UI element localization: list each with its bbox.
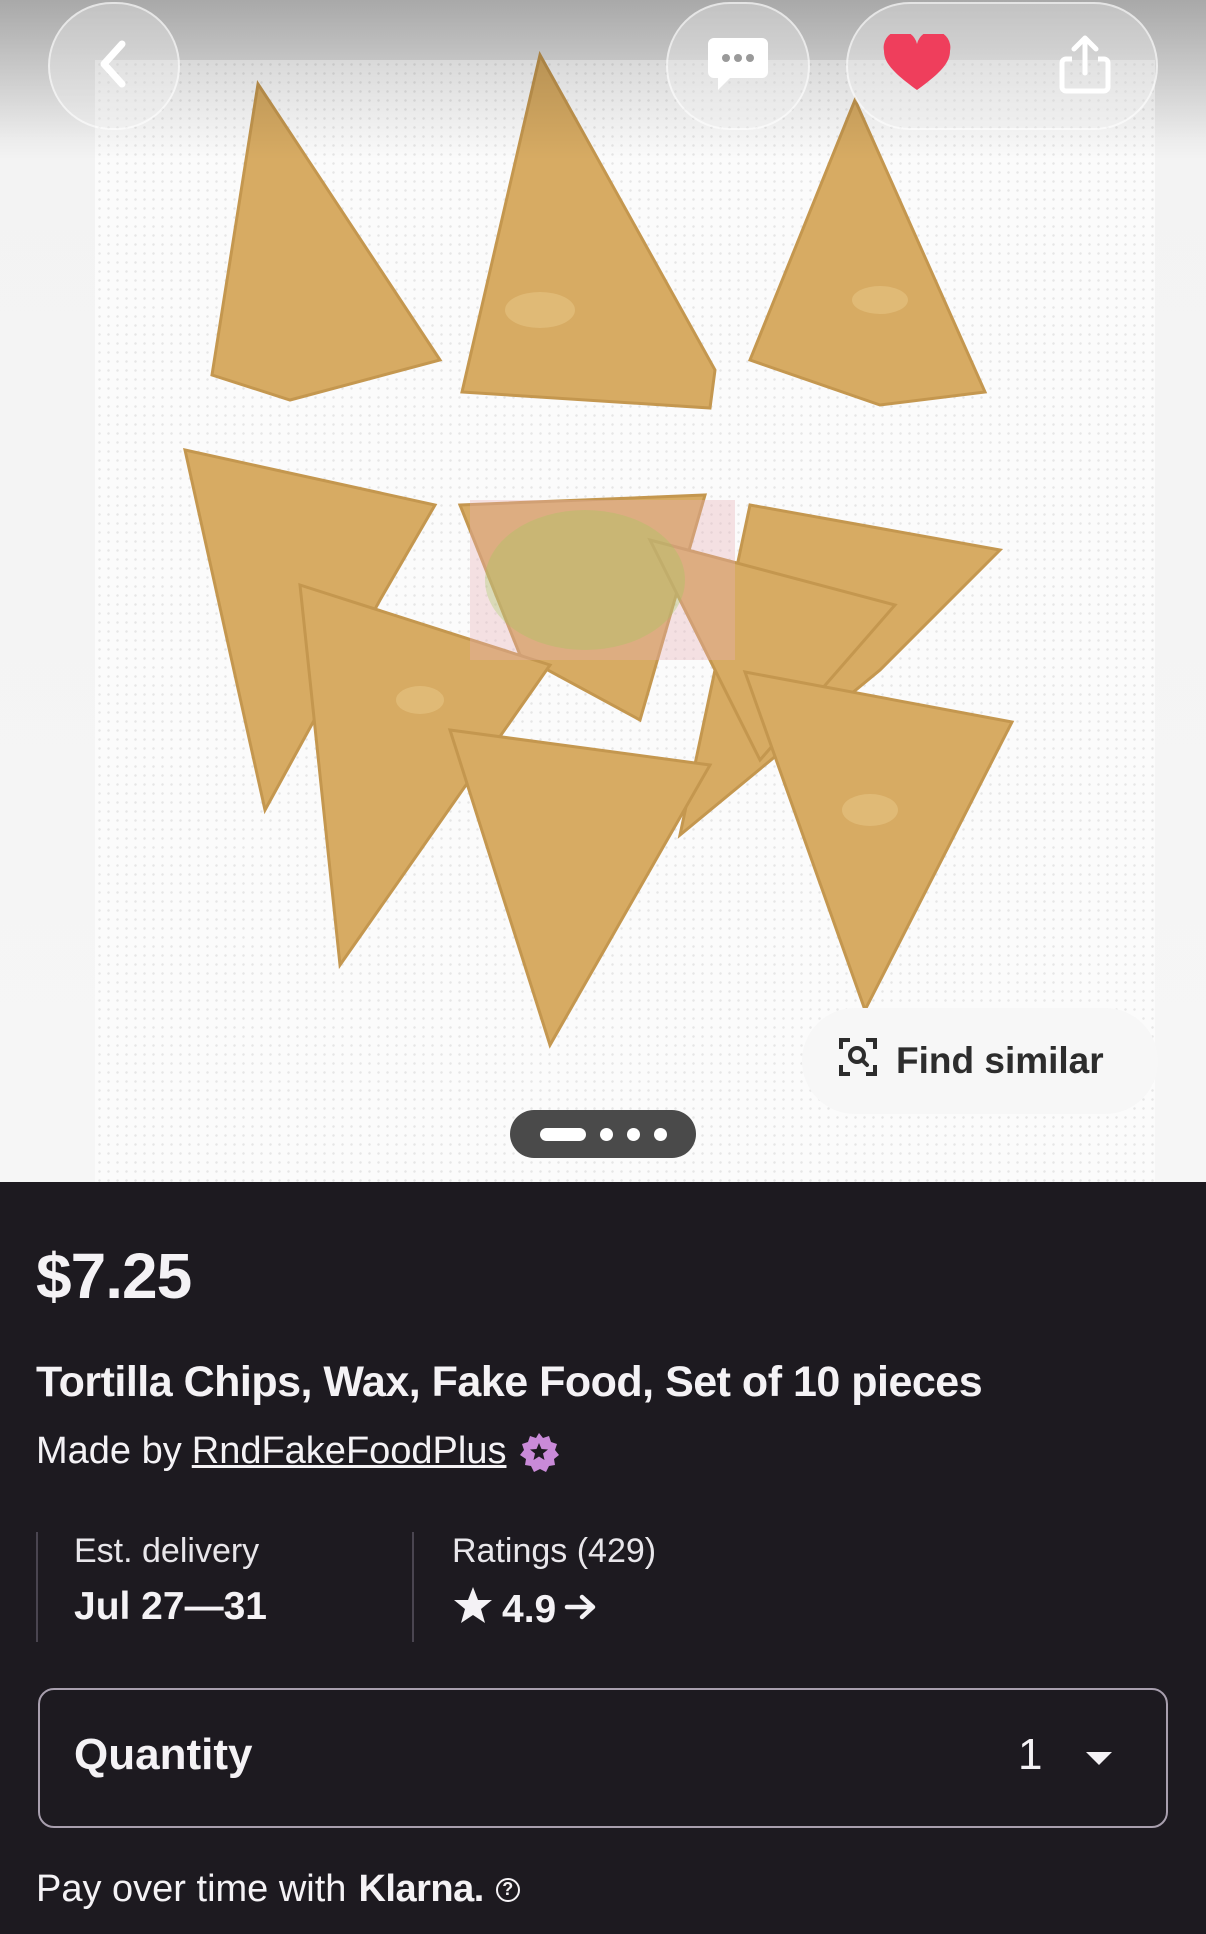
carousel-indicator[interactable] bbox=[510, 1110, 696, 1158]
star-badge-icon bbox=[518, 1431, 560, 1473]
watermark bbox=[470, 500, 735, 660]
product-image-carousel[interactable]: Find similar bbox=[0, 0, 1206, 1182]
klarna-logo: Klarna. bbox=[358, 1868, 484, 1910]
back-icon bbox=[94, 38, 134, 95]
rating-value: 4.9 bbox=[502, 1588, 557, 1631]
delivery-value: Jul 27—31 bbox=[74, 1585, 267, 1628]
listing-title: Tortilla Chips, Wax, Fake Food, Set of 1… bbox=[36, 1358, 983, 1406]
quantity-select[interactable]: Quantity 1 bbox=[38, 1688, 1168, 1828]
message-icon bbox=[706, 34, 770, 99]
find-similar-button[interactable]: Find similar bbox=[802, 1008, 1158, 1114]
back-button[interactable] bbox=[48, 2, 180, 130]
klarna-financing[interactable]: Pay over time with Klarna. ? bbox=[36, 1868, 520, 1911]
carousel-dot bbox=[653, 1127, 667, 1141]
chevron-down-icon bbox=[1086, 1752, 1112, 1765]
product-photo bbox=[183, 50, 1015, 1049]
chip bbox=[742, 670, 1015, 1014]
star-icon bbox=[452, 1585, 494, 1635]
made-by-prefix: Made by bbox=[36, 1430, 182, 1472]
shop-link[interactable]: RndFakeFoodPlus bbox=[192, 1430, 507, 1473]
klarna-prefix: Pay over time with bbox=[36, 1868, 347, 1910]
help-icon[interactable]: ? bbox=[495, 1877, 520, 1902]
arrow-right-icon bbox=[564, 1588, 598, 1632]
price: $7.25 bbox=[36, 1240, 192, 1312]
carousel-dot bbox=[599, 1127, 613, 1141]
made-by: Made by RndFakeFoodPlus bbox=[36, 1430, 560, 1473]
carousel-dot-active bbox=[539, 1127, 586, 1141]
ratings-label: Ratings (429) bbox=[452, 1532, 657, 1570]
message-button[interactable] bbox=[666, 2, 810, 130]
favorite-share-group bbox=[846, 2, 1158, 130]
quantity-value: 1 bbox=[1018, 1730, 1043, 1779]
listing-details: $7.25 Tortilla Chips, Wax, Fake Food, Se… bbox=[0, 1182, 1206, 1934]
chip bbox=[447, 728, 713, 1049]
find-similar-icon bbox=[838, 1037, 878, 1086]
share-icon[interactable] bbox=[1054, 33, 1116, 100]
estimated-delivery: Est. delivery Jul 27—31 bbox=[36, 1532, 414, 1642]
quantity-label: Quantity bbox=[74, 1730, 253, 1779]
carousel-dot bbox=[626, 1127, 640, 1141]
ratings-value-row: 4.9 bbox=[452, 1585, 852, 1635]
find-similar-label: Find similar bbox=[896, 1040, 1104, 1081]
delivery-label: Est. delivery bbox=[74, 1532, 260, 1570]
ratings-summary[interactable]: Ratings (429) 4.9 bbox=[412, 1532, 852, 1642]
heart-icon[interactable] bbox=[882, 30, 952, 99]
